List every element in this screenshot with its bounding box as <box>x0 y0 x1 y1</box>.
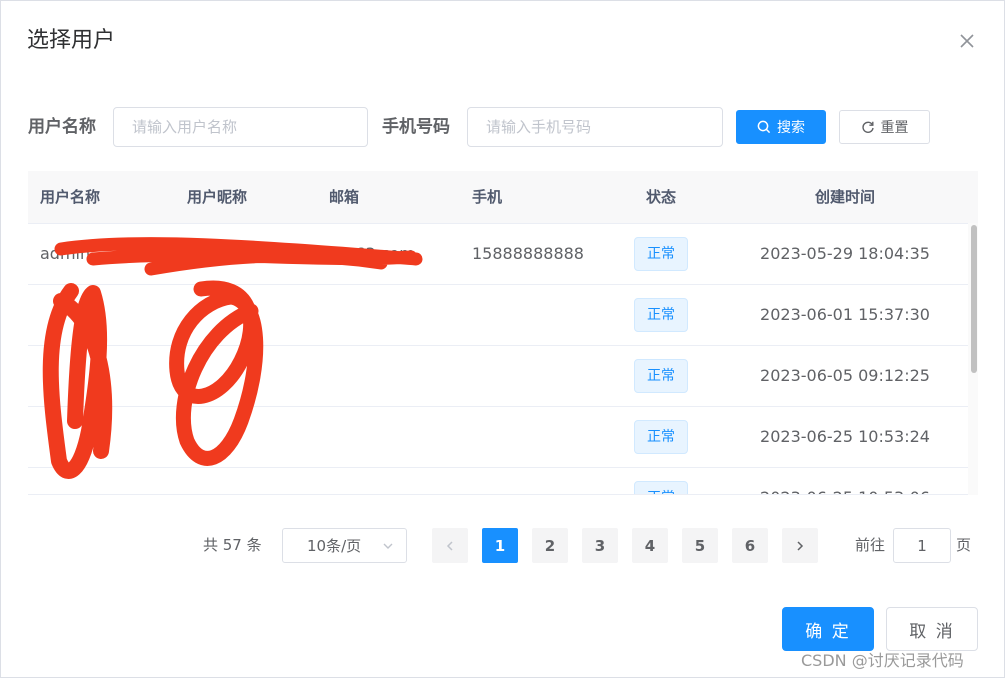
page-button-3[interactable]: 3 <box>582 528 618 563</box>
table-header-row: 用户名称 用户昵称 邮箱 手机 状态 创建时间 <box>28 171 978 224</box>
cell-nickname <box>175 406 317 468</box>
search-icon <box>757 120 771 134</box>
cell-created: 2023-06-25 10:53:24 <box>712 406 978 468</box>
table-row[interactable]: admin @163.com 15888888888 正常 2023-05-29… <box>28 223 978 285</box>
page-button-5[interactable]: 5 <box>682 528 718 563</box>
page-button-4[interactable]: 4 <box>632 528 668 563</box>
phone-input[interactable] <box>467 107 723 147</box>
phone-label: 手机号码 <box>382 117 450 137</box>
cell-nickname <box>175 467 317 494</box>
column-header-created[interactable]: 创建时间 <box>712 171 978 224</box>
table-row[interactable]: 正常 2023-06-25 10:53:06 <box>28 467 978 494</box>
status-badge: 正常 <box>634 236 688 271</box>
cell-email <box>317 406 460 468</box>
close-icon <box>960 34 974 48</box>
page-size-value: 10条/页 <box>307 537 362 555</box>
cell-nickname <box>175 284 317 346</box>
watermark: CSDN @讨厌记录代码 <box>801 651 964 670</box>
cell-email <box>317 284 460 346</box>
cell-username <box>28 345 175 407</box>
cell-nickname <box>175 345 317 407</box>
column-header-phone[interactable]: 手机 <box>460 171 610 224</box>
dialog-title: 选择用户 <box>27 28 116 53</box>
cell-username <box>28 406 175 468</box>
goto-page-input[interactable] <box>893 528 951 563</box>
username-input[interactable] <box>113 107 368 147</box>
column-header-nickname[interactable]: 用户昵称 <box>175 171 317 224</box>
cell-created: 2023-05-29 18:04:35 <box>712 223 978 285</box>
table-row[interactable]: 正常 2023-06-05 09:12:25 <box>28 345 978 407</box>
reset-button-label: 重置 <box>880 120 909 136</box>
prev-page-button[interactable] <box>432 528 468 563</box>
chevron-right-icon <box>797 540 804 551</box>
status-badge: 正常 <box>634 358 688 393</box>
table-scrollbar-thumb[interactable] <box>971 225 977 373</box>
table-row[interactable]: 正常 2023-06-25 10:53:24 <box>28 406 978 468</box>
page-button-1[interactable]: 1 <box>482 528 518 563</box>
cell-username: admin <box>28 223 175 285</box>
refresh-icon <box>861 121 874 133</box>
status-badge: 正常 <box>634 419 688 454</box>
column-header-email[interactable]: 邮箱 <box>317 171 460 224</box>
search-button-label: 搜索 <box>777 120 805 136</box>
status-badge: 正常 <box>634 480 688 494</box>
user-table: 用户名称 用户昵称 邮箱 手机 状态 创建时间 admin @163.com 1… <box>28 171 978 495</box>
close-button[interactable] <box>951 25 983 57</box>
table-row[interactable]: 正常 2023-06-01 15:37:30 <box>28 284 978 346</box>
goto-prefix: 前往 <box>855 536 886 554</box>
status-badge: 正常 <box>634 297 688 332</box>
confirm-button[interactable]: 确 定 <box>782 607 874 651</box>
chevron-left-icon <box>446 540 453 551</box>
cell-created: 2023-06-01 15:37:30 <box>712 284 978 346</box>
goto-suffix: 页 <box>956 536 972 554</box>
cell-created: 2023-06-05 09:12:25 <box>712 345 978 407</box>
cell-phone <box>460 467 610 494</box>
next-page-button[interactable] <box>782 528 818 563</box>
chevron-down-icon <box>383 543 393 549</box>
search-button[interactable]: 搜索 <box>736 110 826 144</box>
cell-username <box>28 284 175 346</box>
page-button-2[interactable]: 2 <box>532 528 568 563</box>
cell-phone: 15888888888 <box>460 223 610 285</box>
cell-created: 2023-06-25 10:53:06 <box>712 467 978 494</box>
cell-username <box>28 467 175 494</box>
cell-nickname <box>175 223 317 285</box>
select-user-dialog: 选择用户 用户名称 手机号码 搜索 重置 用户 <box>0 0 1005 678</box>
column-header-username[interactable]: 用户名称 <box>28 171 175 224</box>
cell-phone <box>460 284 610 346</box>
cell-email <box>317 345 460 407</box>
column-header-status[interactable]: 状态 <box>610 171 712 224</box>
page-size-select[interactable]: 10条/页 <box>282 528 407 563</box>
cell-email <box>317 467 460 494</box>
reset-button[interactable]: 重置 <box>839 110 930 144</box>
cell-email: @163.com <box>317 223 460 285</box>
cell-phone <box>460 345 610 407</box>
cell-phone <box>460 406 610 468</box>
username-label: 用户名称 <box>28 117 96 137</box>
cancel-button[interactable]: 取 消 <box>886 607 978 651</box>
pager-total: 共 57 条 <box>203 536 262 554</box>
page-button-6[interactable]: 6 <box>732 528 768 563</box>
